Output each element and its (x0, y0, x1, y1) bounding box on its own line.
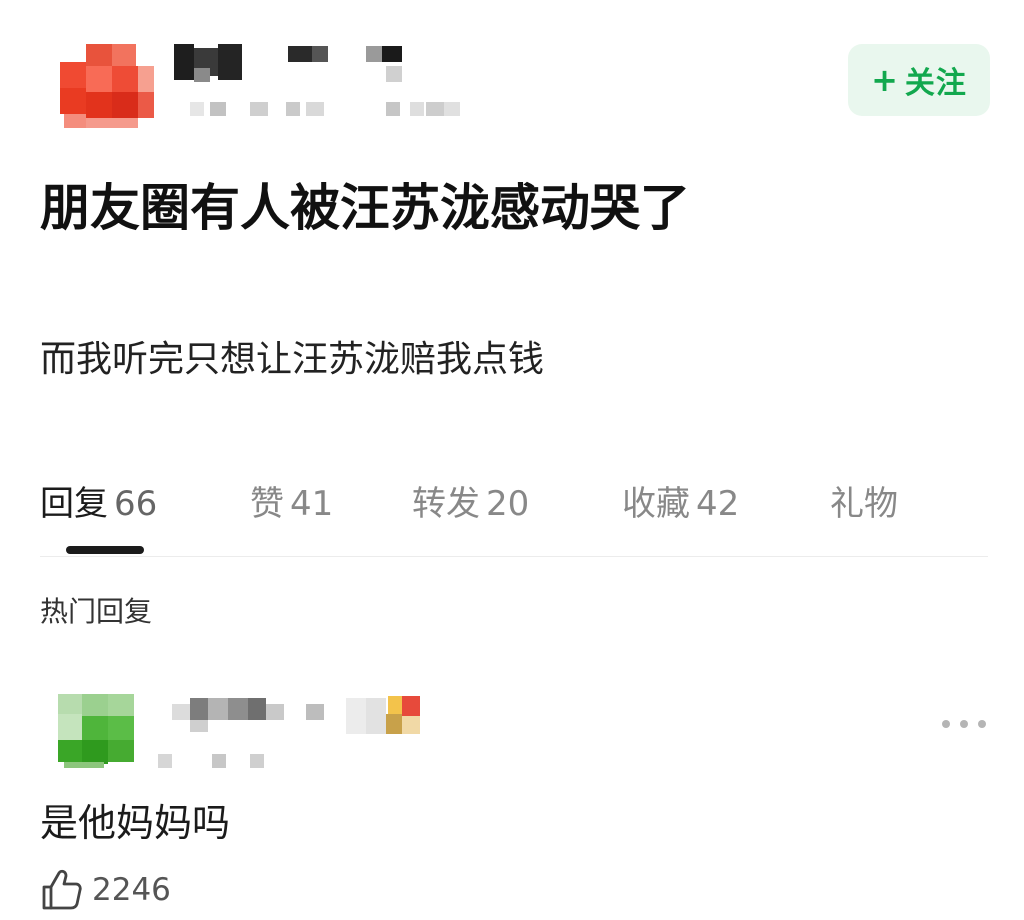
tab-label: 回复 (40, 484, 108, 524)
dot (978, 720, 986, 728)
tab-count: 41 (290, 484, 334, 524)
comment-username[interactable] (150, 690, 450, 776)
tab-label: 收藏 (622, 484, 690, 524)
comment-avatar[interactable] (54, 694, 138, 768)
like-count: 2246 (92, 872, 171, 908)
post-title: 朋友圈有人被汪苏泷感动哭了 (40, 179, 690, 237)
tab-count: 20 (486, 484, 530, 524)
follow-label: 关注 (904, 66, 967, 101)
tab-count: 66 (114, 484, 158, 524)
tab-gifts[interactable]: 礼物 (830, 476, 898, 525)
plus-icon: + (871, 61, 899, 99)
tab-replies[interactable]: 回复 66 (40, 476, 157, 525)
tab-label: 礼物 (830, 484, 898, 524)
comment-text: 是他妈妈吗 (40, 801, 231, 845)
author-name[interactable] (170, 44, 470, 124)
hot-replies-label: 热门回复 (40, 595, 153, 628)
tab-likes[interactable]: 赞 41 (250, 476, 333, 525)
active-tab-indicator (66, 546, 144, 554)
tab-count: 42 (696, 484, 740, 524)
thumbs-up-icon (42, 869, 82, 910)
tab-favorites[interactable]: 收藏 42 (622, 476, 739, 525)
reply-tabs: 回复 66 赞 41 转发 20 收藏 42 礼物 (40, 470, 988, 557)
dot (960, 720, 968, 728)
tab-label: 赞 (250, 484, 284, 524)
more-dots-icon[interactable] (942, 712, 986, 736)
tab-reposts[interactable]: 转发 20 (412, 476, 529, 525)
comment-like-button[interactable]: 2246 (40, 866, 171, 914)
post-body: 而我听完只想让汪苏泷赔我点钱 (40, 339, 545, 380)
author-avatar[interactable] (54, 44, 154, 128)
tab-label: 转发 (412, 484, 480, 524)
follow-button[interactable]: + 关注 (848, 44, 990, 116)
dot (942, 720, 950, 728)
